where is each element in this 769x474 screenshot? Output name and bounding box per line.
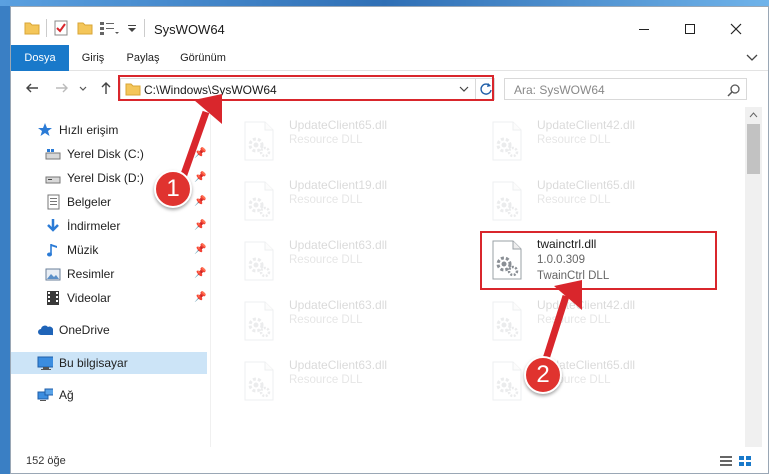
step-1-badge: 1 bbox=[154, 170, 192, 208]
arrow-1-shaft bbox=[178, 110, 210, 182]
annotation-arrows bbox=[178, 94, 582, 364]
arrow-1-head bbox=[194, 94, 222, 124]
arrow-2-shaft bbox=[541, 294, 570, 364]
step-2-badge: 2 bbox=[524, 356, 562, 394]
arrow-2-head bbox=[554, 280, 582, 310]
